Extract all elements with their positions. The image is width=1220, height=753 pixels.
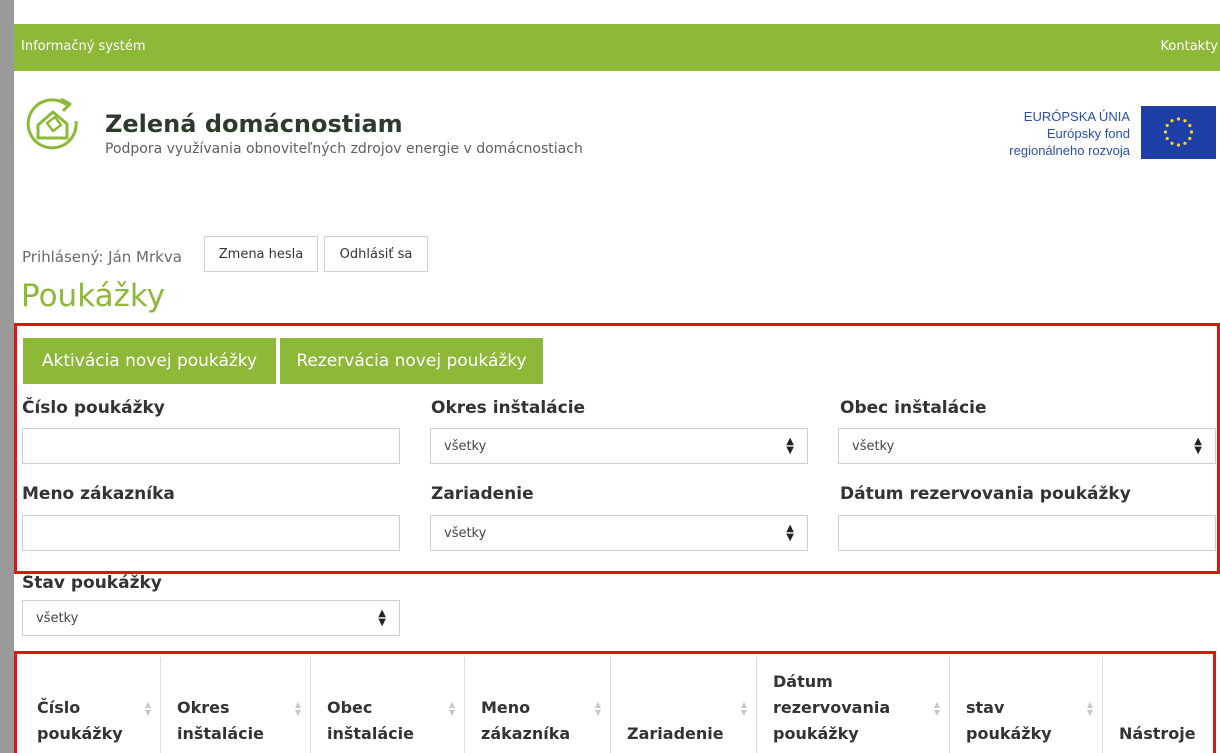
reservation-date-label: Dátum rezervovania poukážky <box>840 484 1131 504</box>
logged-in-user-label: Prihlásený: Ján Mrkva <box>22 248 182 266</box>
eu-funding-text: EURÓPSKA ÚNIA Európsky fond regionálneho… <box>1009 108 1130 159</box>
sort-arrows-icon: ▲ ▼ <box>144 700 151 717</box>
customer-name-label: Meno zákazníka <box>22 484 175 504</box>
column-header-line-1: Obec <box>327 698 373 717</box>
column-header-line-2: poukážky <box>37 724 123 743</box>
column-header-district[interactable]: Okres inštalácie ▲ ▼ <box>160 657 310 753</box>
column-header-line-2: Nástroje <box>1119 724 1196 743</box>
district-label: Okres inštalácie <box>431 398 586 418</box>
column-header-line-2: zákazníka <box>481 724 571 743</box>
voucher-number-input[interactable] <box>22 428 400 464</box>
column-header-customer[interactable]: Meno zákazníka ▲ ▼ <box>464 657 610 753</box>
reserve-voucher-button[interactable]: Rezervácia novej poukážky <box>280 338 543 384</box>
house-leaf-logo-icon[interactable] <box>23 95 81 153</box>
column-header-line-1: rezervovania <box>773 698 891 717</box>
change-password-button[interactable]: Zmena hesla <box>204 236 318 272</box>
district-select-value: všetky <box>444 439 487 454</box>
eu-text-line-2: Európsky fond <box>1046 126 1130 141</box>
column-header-line-1: stav <box>966 698 1005 717</box>
eu-text-line-1: EURÓPSKA ÚNIA <box>1023 109 1130 124</box>
voucher-status-label: Stav poukážky <box>22 573 162 593</box>
reservation-date-input[interactable] <box>838 515 1216 551</box>
customer-name-input[interactable] <box>22 515 400 551</box>
nav-link-information-system[interactable]: Informačný systém <box>21 39 146 54</box>
column-header-text: Zariadenie <box>627 721 724 747</box>
column-header-line-2: inštalácie <box>177 724 264 743</box>
sort-arrows-icon: ▲ ▼ <box>294 700 301 717</box>
eu-flag-icon <box>1141 106 1216 159</box>
column-header-text: Číslo poukážky <box>37 695 123 747</box>
column-header-municipality[interactable]: Obec inštalácie ▲ ▼ <box>310 657 464 753</box>
district-select[interactable]: všetky ▲ ▼ <box>430 428 808 464</box>
sort-arrows-icon: ▲ ▼ <box>448 700 455 717</box>
brand-title: Zelená domácnostiam <box>105 110 403 138</box>
column-header-text: Dátum rezervovania poukážky <box>773 669 890 747</box>
voucher-status-select-value: všetky <box>36 611 79 626</box>
column-header-text: Okres inštalácie <box>177 695 264 747</box>
column-header-tools: Nástroje <box>1102 657 1215 753</box>
column-header-text: Obec inštalácie <box>327 695 414 747</box>
column-header-device[interactable]: Zariadenie ▲ ▼ <box>610 657 756 753</box>
column-header-text: Meno zákazníka <box>481 695 570 747</box>
municipality-select-value: všetky <box>852 439 895 454</box>
brand-subtitle: Podpora využívania obnoviteľných zdrojov… <box>105 141 583 157</box>
device-select[interactable]: všetky ▲ ▼ <box>430 515 808 551</box>
sort-arrows-icon: ▲ ▼ <box>740 700 747 717</box>
vouchers-table-header: Číslo poukážky ▲ ▼ Okres inštalácie ▲ ▼ Obec… <box>21 657 1215 753</box>
top-navigation-bar: Informačný systém Kontakty <box>14 24 1220 71</box>
sort-arrows-icon: ▲ ▼ <box>933 700 940 717</box>
device-select-value: všetky <box>444 526 487 541</box>
nav-link-contacts[interactable]: Kontakty <box>1161 39 1218 54</box>
logout-button[interactable]: Odhlásiť sa <box>324 236 428 272</box>
sort-arrows-icon: ▲ ▼ <box>786 436 794 456</box>
voucher-number-label: Číslo poukážky <box>22 398 165 418</box>
column-header-text: Nástroje <box>1119 721 1196 747</box>
column-header-voucher-number[interactable]: Číslo poukážky ▲ ▼ <box>21 657 160 753</box>
activate-voucher-button[interactable]: Aktivácia novej poukážky <box>23 338 276 384</box>
page-title: Poukážky <box>21 278 166 314</box>
sort-arrows-icon: ▲ ▼ <box>594 700 601 717</box>
column-header-line-0: Dátum <box>773 672 833 691</box>
column-header-line-1: Meno <box>481 698 531 717</box>
column-header-line-2: inštalácie <box>327 724 414 743</box>
column-header-line-1: Číslo <box>37 698 81 717</box>
column-header-line-2: poukážky <box>966 724 1052 743</box>
column-header-line-2: Zariadenie <box>627 724 724 743</box>
municipality-select[interactable]: všetky ▲ ▼ <box>838 428 1216 464</box>
column-header-reservation-date[interactable]: Dátum rezervovania poukážky ▲ ▼ <box>756 657 949 753</box>
column-header-text: stav poukážky <box>966 695 1052 747</box>
eu-text-line-3: regionálneho rozvoja <box>1009 143 1130 158</box>
sort-arrows-icon: ▲ ▼ <box>378 608 386 628</box>
page: Informačný systém Kontakty Zelená domácn… <box>14 0 1220 753</box>
column-header-line-2: poukážky <box>773 724 859 743</box>
column-header-line-1: Okres <box>177 698 230 717</box>
municipality-label: Obec inštalácie <box>840 398 987 418</box>
sort-arrows-icon: ▲ ▼ <box>1086 700 1093 717</box>
sort-arrows-icon: ▲ ▼ <box>786 523 794 543</box>
column-header-status[interactable]: stav poukážky ▲ ▼ <box>949 657 1102 753</box>
sort-arrows-icon: ▲ ▼ <box>1194 436 1202 456</box>
device-label: Zariadenie <box>431 484 534 504</box>
voucher-status-select[interactable]: všetky ▲ ▼ <box>22 600 400 636</box>
